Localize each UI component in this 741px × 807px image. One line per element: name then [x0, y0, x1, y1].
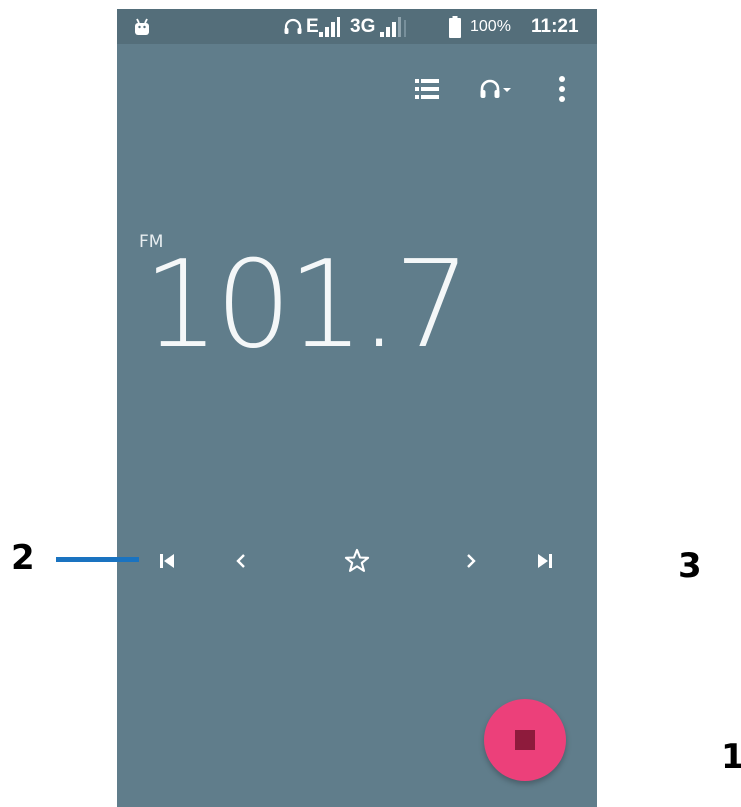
network-type-3g: 3G — [350, 15, 376, 37]
star-outline-icon — [343, 547, 371, 580]
favorite-button[interactable] — [335, 541, 379, 585]
clock: 11:21 — [531, 15, 579, 37]
headset-dropdown-icon[interactable] — [473, 67, 519, 111]
station-list-icon[interactable] — [407, 67, 447, 111]
skip-next-icon — [537, 553, 553, 574]
frequency-display: 101.7 — [143, 236, 471, 375]
stop-icon — [515, 730, 535, 750]
headset-icon — [283, 9, 303, 44]
fm-radio-screen: E 3G 100% 11:21 FM 101.7 — [117, 9, 597, 807]
chevron-right-icon — [465, 553, 477, 574]
network-type-e: E — [306, 15, 319, 37]
callout-label-2: 2 — [11, 538, 35, 578]
next-station-button[interactable] — [449, 541, 493, 585]
android-debug-icon — [133, 9, 151, 44]
signal-icon — [379, 9, 409, 44]
previous-station-button[interactable] — [219, 541, 263, 585]
battery-percent: 100% — [470, 17, 511, 35]
status-bar: E 3G 100% 11:21 — [117, 9, 597, 44]
signal-icon — [318, 9, 340, 44]
callout-line — [56, 557, 139, 562]
skip-previous-icon — [159, 553, 175, 574]
stop-button[interactable] — [484, 699, 566, 781]
skip-next-button[interactable] — [523, 541, 567, 585]
callout-label-1: 1 — [721, 737, 741, 777]
callout-label-3: 3 — [678, 546, 702, 586]
chevron-left-icon — [235, 553, 247, 574]
battery-icon — [449, 9, 461, 44]
skip-previous-button[interactable] — [145, 541, 189, 585]
more-vertical-icon[interactable] — [547, 67, 577, 111]
